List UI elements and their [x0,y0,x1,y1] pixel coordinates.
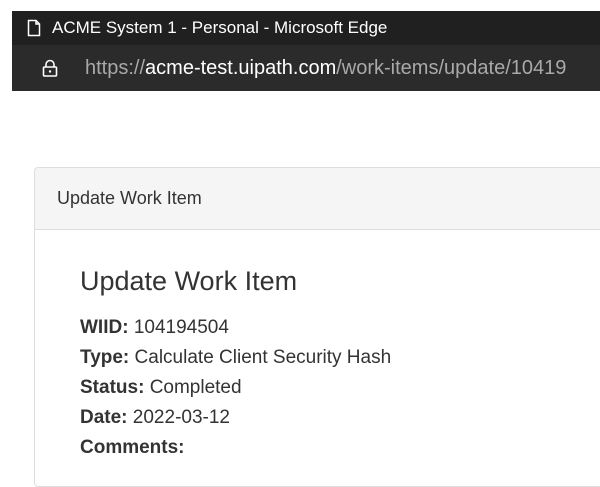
browser-address-bar[interactable]: https://acme-test.uipath.com/work-items/… [12,45,600,91]
status-row: Status: Completed [80,373,600,403]
browser-titlebar: ACME System 1 - Personal - Microsoft Edg… [12,11,600,45]
page-icon [27,19,41,37]
status-label: Status: [80,377,145,398]
panel-body: Update Work Item WIID: 104194504 Type: C… [35,230,600,463]
url-field[interactable]: https://acme-test.uipath.com/work-items/… [85,57,566,79]
url-domain: acme-test.uipath.com [145,57,337,79]
date-row: Date: 2022-03-12 [80,403,600,433]
comments-row: Comments: [80,433,600,463]
window-title: ACME System 1 - Personal - Microsoft Edg… [52,18,388,37]
type-value: Calculate Client Security Hash [134,347,392,368]
type-row: Type: Calculate Client Security Hash [80,343,600,373]
page-title: Update Work Item [80,266,298,296]
date-label: Date: [80,407,128,428]
wiid-value: 104194504 [133,317,229,338]
comments-label: Comments: [80,437,185,458]
wiid-label: WIID: [80,317,129,338]
lock-icon[interactable] [40,58,60,78]
date-value: 2022-03-12 [132,407,230,428]
wiid-row: WIID: 104194504 [80,313,600,343]
type-label: Type: [80,347,130,368]
work-item-panel: Update Work Item Update Work Item WIID: … [34,167,600,487]
url-path: /work-items/update/10419 [336,57,567,79]
status-value: Completed [149,377,242,398]
url-prefix: https:// [85,57,146,79]
screen-edge [0,0,12,463]
panel-heading: Update Work Item [35,168,600,230]
